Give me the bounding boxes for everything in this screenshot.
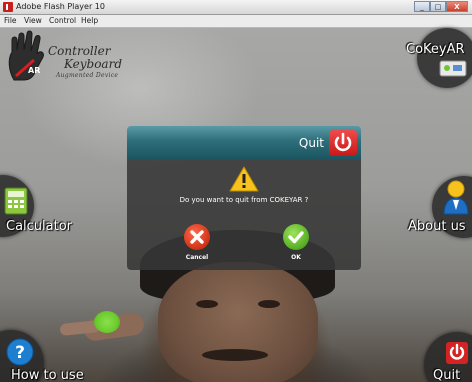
cancel-label: Cancel [185, 254, 209, 261]
warning-icon [229, 166, 259, 192]
dialog-power-icon [329, 130, 357, 156]
how-to-use-label: How to use [11, 368, 84, 382]
cancel-button[interactable] [184, 224, 210, 250]
minimize-button[interactable]: _ [414, 1, 430, 12]
menu-control[interactable]: Control [49, 16, 76, 26]
menu-file[interactable]: File [4, 16, 17, 26]
quit-dialog: Do you want to quit from COKEYAR ? Cance… [127, 160, 361, 270]
person-eye-right [258, 300, 280, 308]
person-eye-left [196, 300, 218, 308]
person-mustache [202, 349, 268, 361]
person-face [158, 262, 318, 382]
menu-bar: File View Control Help [0, 15, 472, 28]
logo-line-augmented: Augmented Device [56, 72, 119, 79]
question-icon: ? [6, 338, 34, 366]
quit-dialog-message: Do you want to quit from COKEYAR ? [179, 196, 309, 204]
window-controls: _ □ X [414, 1, 468, 12]
hand-logo-icon [8, 30, 44, 81]
cancel-x-icon [190, 230, 204, 244]
svg-text:?: ? [15, 343, 25, 363]
window-title: Adobe Flash Player 10 [16, 2, 105, 11]
logo-ar-mark: AR [28, 66, 41, 75]
close-button[interactable]: X [446, 1, 468, 12]
logo-line-keyboard: Keyboard [64, 57, 123, 71]
power-icon [446, 342, 468, 364]
maximize-button[interactable]: □ [430, 1, 446, 12]
quit-dialog-title: Quit [298, 136, 324, 150]
cokeyar-button[interactable] [417, 28, 472, 88]
ok-check-icon [288, 231, 304, 244]
ok-label: OK [291, 254, 301, 261]
device-icon [439, 60, 467, 77]
menu-help[interactable]: Help [81, 16, 98, 26]
flash-player-icon [3, 2, 13, 12]
quit-dialog-header: Quit [127, 126, 361, 160]
about-us-label: About us [408, 219, 466, 234]
person-icon [443, 180, 469, 215]
flash-player-window: Adobe Flash Player 10 _ □ X File View Co… [0, 0, 472, 382]
menu-view[interactable]: View [24, 16, 42, 26]
controller-keyboard-logo: AR Controller Keyboard Augmented Device [4, 30, 124, 84]
calculator-label: Calculator [6, 219, 73, 234]
cokeyar-label: CoKeyAR [406, 42, 465, 57]
quit-corner-label: Quit [433, 368, 461, 382]
calculator-icon [4, 187, 28, 215]
title-bar: Adobe Flash Player 10 _ □ X [0, 0, 472, 15]
green-marker-ring [94, 311, 120, 333]
ok-button[interactable] [283, 224, 309, 250]
logo-line-controller: Controller [48, 44, 111, 58]
